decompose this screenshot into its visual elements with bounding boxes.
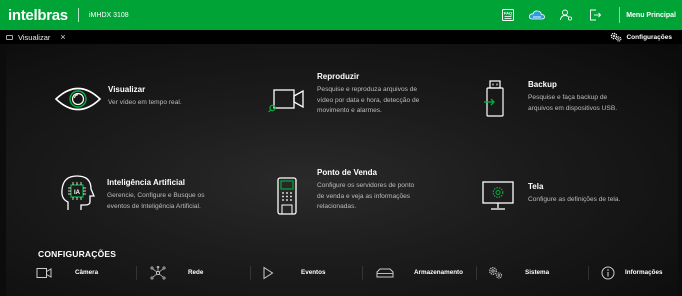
- brand-logo: intelbras: [8, 6, 68, 24]
- network-icon: [150, 266, 166, 280]
- eye-icon: [54, 87, 102, 111]
- info-icon: [601, 266, 615, 280]
- config-label: Sistema: [525, 269, 550, 276]
- user-button[interactable]: [553, 0, 579, 30]
- menu-divider: [619, 7, 621, 23]
- playback-camera-icon: [268, 89, 304, 113]
- config-armazenamento[interactable]: Armazenamento: [376, 262, 486, 284]
- live-view-icon: [6, 34, 13, 40]
- close-tab-button[interactable]: ×: [60, 30, 65, 44]
- divider: [136, 266, 137, 280]
- usb-backup-icon: [484, 80, 504, 117]
- logo-divider: [78, 8, 79, 22]
- top-bar: intelbras iMHDX 3108 FAQ Menu Principal: [0, 0, 682, 30]
- card-title: Ponto de Venda: [317, 168, 378, 177]
- card-backup-text: Backup Pesquise e faça backup de arquivo…: [528, 80, 668, 114]
- camera-icon: [36, 268, 52, 278]
- config-rede[interactable]: Rede: [150, 262, 250, 284]
- card-description: Configure as definições de tela.: [528, 196, 621, 203]
- card-description: Gerencie, Configure e Busque os eventos …: [107, 192, 205, 210]
- card-ia-text: Inteligência Artificial Gerencie, Config…: [107, 178, 267, 212]
- config-label: Rede: [188, 269, 204, 276]
- card-reproduzir[interactable]: Reproduzir Pesquise e reproduza arquivos…: [268, 72, 468, 122]
- faq-button[interactable]: FAQ: [495, 0, 521, 30]
- tab-visualizar[interactable]: Visualizar ×: [0, 30, 66, 44]
- card-title: Inteligência Artificial: [107, 178, 185, 187]
- events-icon: [263, 266, 274, 280]
- config-informacoes[interactable]: Informações: [600, 262, 682, 284]
- pos-terminal-icon: [277, 177, 297, 215]
- svg-text:IA: IA: [74, 190, 81, 196]
- card-visualizar[interactable]: Visualizar Ver vídeo em tempo real.: [54, 80, 254, 120]
- card-title: Reproduzir: [317, 72, 360, 81]
- card-description: Pesquise e reproduza arquivos de vídeo p…: [317, 86, 420, 114]
- logout-icon: [590, 9, 602, 21]
- card-inteligencia-artificial[interactable]: IA Inteligência Artificial Gerencie, Con…: [58, 172, 268, 222]
- settings-button[interactable]: Configurações: [610, 30, 672, 44]
- settings-label: Configurações: [626, 33, 672, 41]
- cloud-icon: [529, 10, 546, 20]
- tab-label: Visualizar: [18, 32, 51, 42]
- card-reproduzir-text: Reproduzir Pesquise e reproduza arquivos…: [317, 72, 467, 117]
- card-title: Visualizar: [108, 85, 146, 94]
- card-description: Ver vídeo em tempo real.: [108, 99, 182, 106]
- config-sistema[interactable]: Sistema: [488, 262, 588, 284]
- card-title: Backup: [528, 80, 557, 89]
- user-icon: [560, 9, 573, 21]
- divider: [476, 266, 477, 280]
- config-section-title: CONFIGURAÇÕES: [38, 249, 117, 259]
- logout-button[interactable]: [582, 0, 608, 30]
- config-label: Câmera: [75, 269, 99, 276]
- divider: [362, 266, 363, 280]
- cloud-button[interactable]: [524, 0, 550, 30]
- svg-text:FAQ: FAQ: [504, 10, 512, 15]
- card-description: Pesquise e faça backup de arquivos em di…: [528, 94, 618, 112]
- tab-bar: Visualizar × Configurações: [0, 30, 682, 44]
- device-model: iMHDX 3108: [89, 11, 129, 19]
- divider: [588, 266, 589, 280]
- ai-head-icon: IA: [61, 175, 95, 210]
- gears-icon: [611, 32, 622, 42]
- card-tela[interactable]: Tela Configure as definições de tela.: [482, 180, 672, 224]
- faq-icon: FAQ: [502, 9, 515, 21]
- monitor-icon: [482, 181, 514, 210]
- storage-icon: [376, 268, 394, 278]
- card-backup[interactable]: Backup Pesquise e faça backup de arquivo…: [484, 78, 664, 128]
- config-label: Informações: [625, 269, 663, 276]
- system-gears-icon: [489, 267, 503, 279]
- config-shortcuts: Câmera Rede Eventos Armazenamento Sistem…: [0, 262, 682, 284]
- card-pdv-text: Ponto de Venda Configure os servidores d…: [317, 168, 467, 213]
- main-menu-button[interactable]: Menu Principal: [626, 12, 676, 19]
- config-label: Eventos: [301, 269, 326, 276]
- config-label: Armazenamento: [414, 269, 463, 276]
- divider: [250, 266, 251, 280]
- card-visualizar-text: Visualizar Ver vídeo em tempo real.: [108, 85, 248, 109]
- config-camera[interactable]: Câmera: [36, 262, 136, 284]
- card-title: Tela: [528, 182, 544, 191]
- card-description: Configure os servidores de ponto de vend…: [317, 182, 415, 210]
- top-bar-actions: FAQ Menu Principal: [495, 0, 682, 30]
- card-tela-text: Tela Configure as definições de tela.: [528, 182, 668, 206]
- card-ponto-de-venda[interactable]: Ponto de Venda Configure os servidores d…: [276, 168, 476, 228]
- config-eventos[interactable]: Eventos: [262, 262, 362, 284]
